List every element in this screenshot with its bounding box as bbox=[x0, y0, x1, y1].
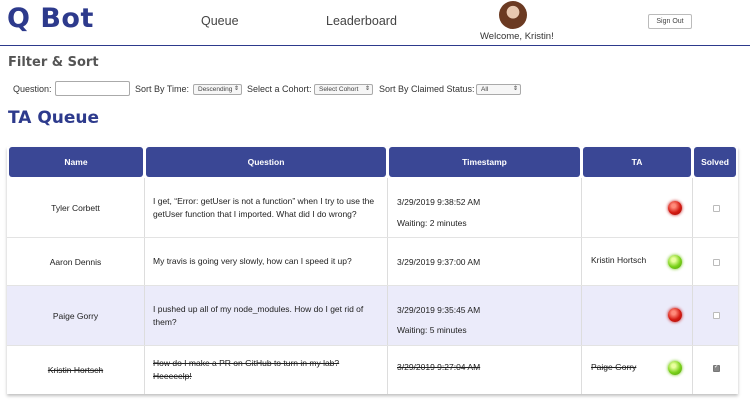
row-waiting: Waiting: 2 minutes bbox=[397, 218, 467, 228]
claimed-status-value: All bbox=[481, 86, 489, 93]
row-name: Kristin Hortsch bbox=[7, 346, 145, 394]
sort-time-value: Descending bbox=[198, 86, 233, 93]
row-solved-cell bbox=[693, 346, 738, 394]
table-row[interactable]: Aaron Dennis My travis is going very slo… bbox=[7, 238, 738, 285]
app-logo[interactable]: Q Bot bbox=[7, 3, 94, 34]
column-header-question[interactable]: Question bbox=[146, 147, 386, 177]
row-timestamp: 3/29/2019 9:38:52 AM bbox=[397, 197, 481, 207]
row-name: Tyler Corbett bbox=[7, 178, 145, 237]
row-waiting: Waiting: 5 minutes bbox=[397, 325, 467, 335]
chevron-updown-icon: ⇕ bbox=[512, 86, 518, 92]
chevron-updown-icon: ⇕ bbox=[233, 86, 239, 92]
filter-sort-heading: Filter & Sort bbox=[8, 55, 99, 70]
solved-checkbox[interactable] bbox=[713, 363, 720, 372]
cohort-value: Select Cohort bbox=[319, 86, 359, 93]
ta-queue-heading: TA Queue bbox=[8, 108, 100, 128]
question-filter-input[interactable] bbox=[55, 81, 130, 96]
row-timestamp-cell: 3/29/2019 9:37:00 AM bbox=[388, 238, 582, 285]
top-header: Q Bot Queue Leaderboard Welcome, Kristin… bbox=[0, 0, 750, 46]
solved-checkbox[interactable] bbox=[713, 205, 720, 212]
green-status-light-icon[interactable] bbox=[668, 361, 682, 375]
row-name: Aaron Dennis bbox=[7, 238, 145, 285]
column-header-solved[interactable]: Solved bbox=[694, 147, 736, 177]
row-timestamp-cell: 3/29/2019 9:35:45 AM Waiting: 5 minutes bbox=[388, 286, 582, 345]
red-status-light-icon[interactable] bbox=[668, 201, 682, 215]
cohort-select[interactable]: Select Cohort ⇕ bbox=[314, 84, 373, 95]
row-question: I pushed up all of my node_modules. How … bbox=[145, 286, 388, 345]
sort-time-label: Sort By Time: bbox=[135, 84, 190, 94]
cohort-label: Select a Cohort: bbox=[247, 84, 312, 94]
row-timestamp: 3/29/2019 9:27:04 AM bbox=[397, 362, 481, 372]
chevron-updown-icon: ⇕ bbox=[364, 86, 370, 92]
welcome-text: Welcome, Kristin! bbox=[480, 31, 554, 42]
question-filter-label: Question: bbox=[13, 84, 52, 94]
solved-checkbox[interactable] bbox=[713, 259, 720, 266]
row-ta-cell bbox=[582, 178, 693, 237]
red-status-light-icon[interactable] bbox=[668, 308, 682, 322]
row-question: I get, “Error: getUser is not a function… bbox=[145, 178, 388, 237]
row-question: How do I make a PR on GitHub to turn in … bbox=[145, 346, 388, 394]
row-ta: Paige Gorry bbox=[591, 362, 637, 372]
table-row[interactable]: Paige Gorry I pushed up all of my node_m… bbox=[7, 286, 738, 345]
row-question: My travis is going very slowly, how can … bbox=[145, 238, 388, 285]
row-timestamp-cell: 3/29/2019 9:27:04 AM bbox=[388, 346, 582, 394]
queue-table: Name Question Timestamp TA Solved Tyler … bbox=[7, 147, 738, 394]
column-header-name[interactable]: Name bbox=[9, 147, 143, 177]
claimed-status-label: Sort By Claimed Status: bbox=[379, 84, 475, 94]
nav-leaderboard-link[interactable]: Leaderboard bbox=[326, 14, 397, 28]
row-ta-cell bbox=[582, 286, 693, 345]
row-timestamp-cell: 3/29/2019 9:38:52 AM Waiting: 2 minutes bbox=[388, 178, 582, 237]
sign-out-button[interactable]: Sign Out bbox=[648, 14, 692, 29]
row-ta-cell: Kristin Hortsch bbox=[582, 238, 693, 285]
row-name: Paige Gorry bbox=[7, 286, 145, 345]
claimed-status-select[interactable]: All ⇕ bbox=[476, 84, 521, 95]
column-header-timestamp[interactable]: Timestamp bbox=[389, 147, 580, 177]
sort-time-select[interactable]: Descending ⇕ bbox=[193, 84, 242, 95]
row-timestamp: 3/29/2019 9:37:00 AM bbox=[397, 257, 481, 267]
solved-checkbox[interactable] bbox=[713, 312, 720, 319]
row-solved-cell bbox=[693, 238, 738, 285]
row-solved-cell bbox=[693, 178, 738, 237]
row-ta-cell: Paige Gorry bbox=[582, 346, 693, 394]
table-row[interactable]: Kristin Hortsch How do I make a PR on Gi… bbox=[7, 346, 738, 394]
user-avatar[interactable] bbox=[499, 1, 527, 29]
row-timestamp: 3/29/2019 9:35:45 AM bbox=[397, 305, 481, 315]
table-row[interactable]: Tyler Corbett I get, “Error: getUser is … bbox=[7, 178, 738, 237]
green-status-light-icon[interactable] bbox=[668, 255, 682, 269]
filter-row: Question: Sort By Time: Descending ⇕ Sel… bbox=[0, 80, 750, 98]
nav-queue-link[interactable]: Queue bbox=[201, 14, 239, 28]
row-ta: Kristin Hortsch bbox=[591, 255, 647, 265]
row-solved-cell bbox=[693, 286, 738, 345]
column-header-ta[interactable]: TA bbox=[583, 147, 691, 177]
